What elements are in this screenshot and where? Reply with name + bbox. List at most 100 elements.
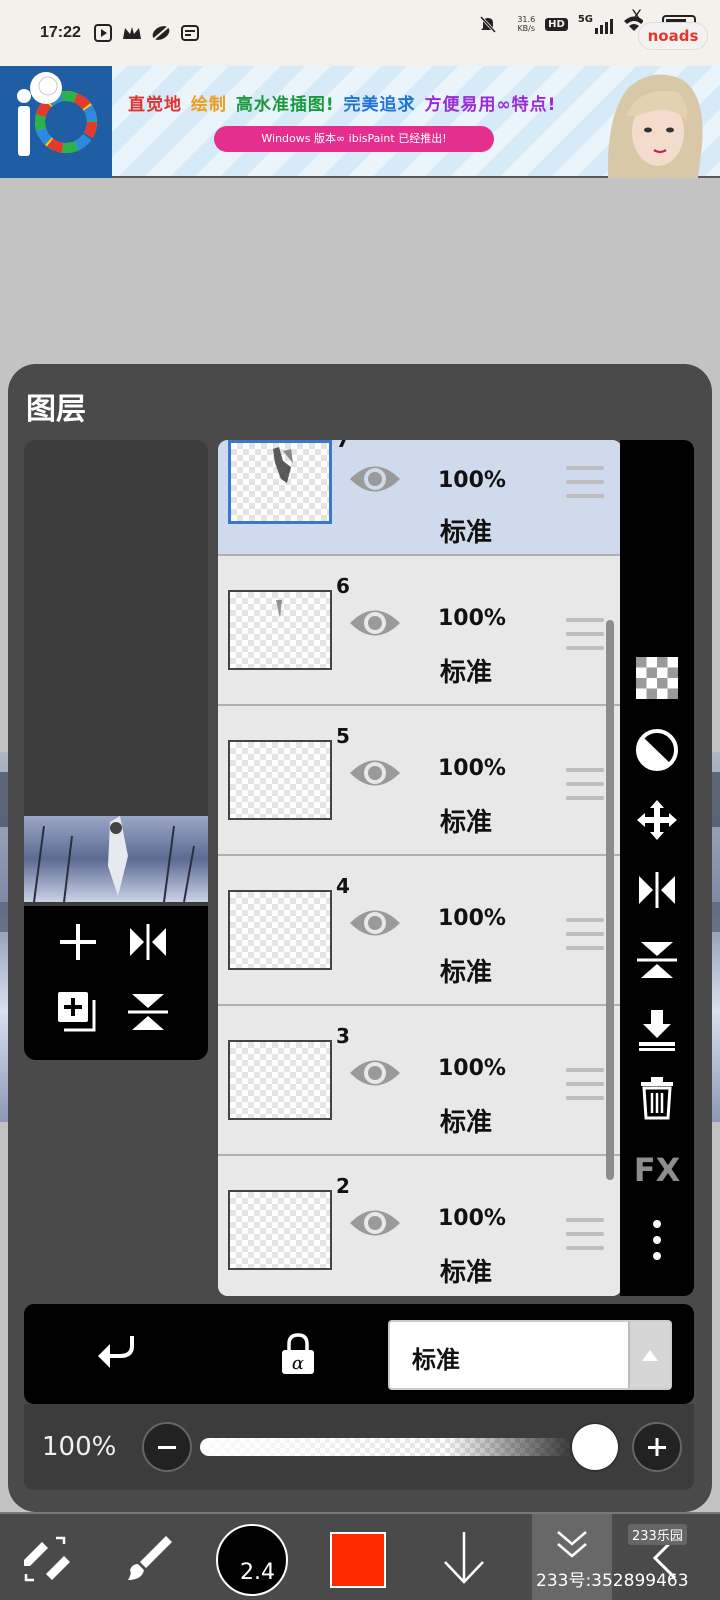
ad-separator xyxy=(0,178,720,196)
tool-switch-icon[interactable] xyxy=(6,1514,86,1600)
drag-handle-icon[interactable] xyxy=(566,1218,604,1250)
visibility-eye-icon[interactable] xyxy=(348,752,402,794)
layer-tools-column: FX xyxy=(620,440,694,1296)
layer-thumbnail xyxy=(228,440,332,524)
layer-row[interactable]: 5 100% 标准 xyxy=(218,706,622,856)
alpha-lock-icon[interactable]: α xyxy=(270,1326,326,1382)
ad-headline-part: 方便易用∞特点! xyxy=(424,95,557,115)
add-layer-button[interactable] xyxy=(50,914,106,970)
layer-number: 4 xyxy=(336,874,350,898)
layer-thumbnail xyxy=(228,1190,332,1270)
camera-icon[interactable] xyxy=(50,1054,106,1060)
layer-blend-mode: 标准 xyxy=(440,1108,493,1138)
opacity-slider-track[interactable] xyxy=(200,1438,610,1456)
video-icon xyxy=(93,23,113,43)
visibility-eye-icon[interactable] xyxy=(348,902,402,944)
drag-handle-icon[interactable] xyxy=(566,1068,604,1100)
opacity-plus-button[interactable] xyxy=(632,1422,682,1472)
clipping-circle-icon[interactable] xyxy=(629,722,685,778)
layer-opacity: 100% xyxy=(438,1056,506,1081)
layer-thumbnail xyxy=(228,1040,332,1120)
opacity-row: 100% xyxy=(24,1404,694,1490)
layer-opacity: 100% xyxy=(438,468,506,493)
layer-number: 7 xyxy=(336,440,350,452)
ibispaint-logo xyxy=(0,66,112,178)
visibility-eye-icon[interactable] xyxy=(348,1052,402,1094)
layer-row[interactable]: 4 100% 标准 xyxy=(218,856,622,1006)
status-time: 17:22 xyxy=(40,24,81,41)
preview-thumbnail[interactable] xyxy=(24,816,208,903)
brush-size-value: 2.4 xyxy=(240,1560,275,1585)
layer-preview xyxy=(24,440,208,1060)
fx-button[interactable]: FX xyxy=(629,1142,685,1198)
leaf-icon xyxy=(151,23,171,43)
watermark-text: 233号:352899463 xyxy=(536,1571,689,1591)
drag-handle-icon[interactable] xyxy=(566,918,604,950)
layer-thumbnail xyxy=(228,740,332,820)
signal-icon: 5G xyxy=(578,14,613,34)
layer-list-scrollbar[interactable] xyxy=(606,620,614,1180)
clipping-arrow-icon[interactable] xyxy=(88,1326,144,1382)
layers-panel: 图层 7 100% 标准 6 100% 标准 5 100% 标准 4 100% … xyxy=(8,364,712,1512)
layer-opacity: 100% xyxy=(438,1206,506,1231)
visibility-eye-icon[interactable] xyxy=(348,458,402,500)
more-vertical-icon[interactable] xyxy=(629,1212,685,1268)
flip-horizontal-layer-button[interactable] xyxy=(120,914,176,970)
blend-mode-value: 标准 xyxy=(412,1346,460,1374)
layer-thumbnail xyxy=(228,890,332,970)
move-arrows-icon[interactable] xyxy=(629,792,685,848)
visibility-eye-icon[interactable] xyxy=(348,1202,402,1244)
drag-handle-icon[interactable] xyxy=(566,618,604,650)
flip-vertical-icon[interactable] xyxy=(629,932,685,988)
layer-opacity: 100% xyxy=(438,606,506,631)
ad-headline-part: 完美追求 xyxy=(343,95,416,115)
drag-handle-icon[interactable] xyxy=(566,466,604,498)
down-arrow-icon[interactable] xyxy=(424,1514,504,1600)
ad-subline: Windows 版本∞ ibisPaint 已经推出! xyxy=(214,126,494,152)
layer-blend-mode: 标准 xyxy=(440,658,493,688)
crown-icon xyxy=(122,23,142,43)
layer-opacity: 100% xyxy=(438,756,506,781)
visibility-eye-icon[interactable] xyxy=(348,602,402,644)
layer-row[interactable]: 3 100% 标准 xyxy=(218,1006,622,1156)
layer-action-buttons xyxy=(24,906,208,1060)
layer-opacity: 100% xyxy=(438,906,506,931)
blend-mode-select[interactable]: 标准 xyxy=(388,1320,672,1390)
net-speed: 31.6 KB/s xyxy=(517,15,536,33)
current-color-swatch[interactable] xyxy=(330,1532,386,1588)
trash-icon[interactable] xyxy=(629,1070,685,1126)
blend-mode-bar: α 标准 xyxy=(24,1304,694,1404)
layer-row[interactable]: 6 100% 标准 xyxy=(218,556,622,706)
layer-blend-mode: 标准 xyxy=(440,518,493,548)
ad-close-button[interactable]: X xyxy=(631,6,642,25)
merge-down-icon[interactable] xyxy=(629,1002,685,1058)
opacity-label: 100% xyxy=(42,1432,117,1462)
opacity-minus-button[interactable] xyxy=(142,1422,192,1472)
layer-row[interactable]: 2 100% 标准 xyxy=(218,1156,622,1296)
duplicate-layer-button[interactable] xyxy=(50,984,106,1040)
ad-banner[interactable]: 直觉地 绘制 高水准插图! 完美追求 方便易用∞特点! Windows 版本∞ … xyxy=(0,66,720,178)
ad-headline-part: 直觉地 xyxy=(128,95,182,115)
opacity-slider-thumb[interactable] xyxy=(572,1424,618,1470)
ad-headline-part: 高水准插图! xyxy=(235,95,335,115)
layer-row[interactable]: 7 100% 标准 xyxy=(218,440,622,556)
checkerboard-transparency-icon[interactable] xyxy=(629,650,685,706)
flip-horizontal-icon[interactable] xyxy=(629,862,685,918)
mute-icon xyxy=(478,14,498,34)
noads-button[interactable]: noads xyxy=(638,22,708,50)
panel-title: 图层 xyxy=(26,392,86,427)
layer-number: 5 xyxy=(336,724,350,748)
bottom-toolbar: 2.4 233乐园 233号:352899463 xyxy=(0,1512,720,1600)
drag-handle-icon[interactable] xyxy=(566,768,604,800)
dropdown-up-arrow-icon[interactable] xyxy=(628,1322,670,1388)
layer-blend-mode: 标准 xyxy=(440,1258,493,1288)
brush-tool-icon[interactable] xyxy=(108,1514,188,1600)
ad-headline-part: 绘制 xyxy=(190,95,227,115)
layer-number: 6 xyxy=(336,574,350,598)
ad-character-illustration xyxy=(598,66,708,178)
flip-vertical-layer-button[interactable] xyxy=(120,984,176,1040)
layer-number: 3 xyxy=(336,1024,350,1048)
layer-list[interactable]: 7 100% 标准 6 100% 标准 5 100% 标准 4 100% 标准 … xyxy=(218,440,622,1296)
layer-thumbnail xyxy=(228,590,332,670)
ad-headline: 直觉地 绘制 高水准插图! 完美追求 方便易用∞特点! xyxy=(128,90,558,115)
